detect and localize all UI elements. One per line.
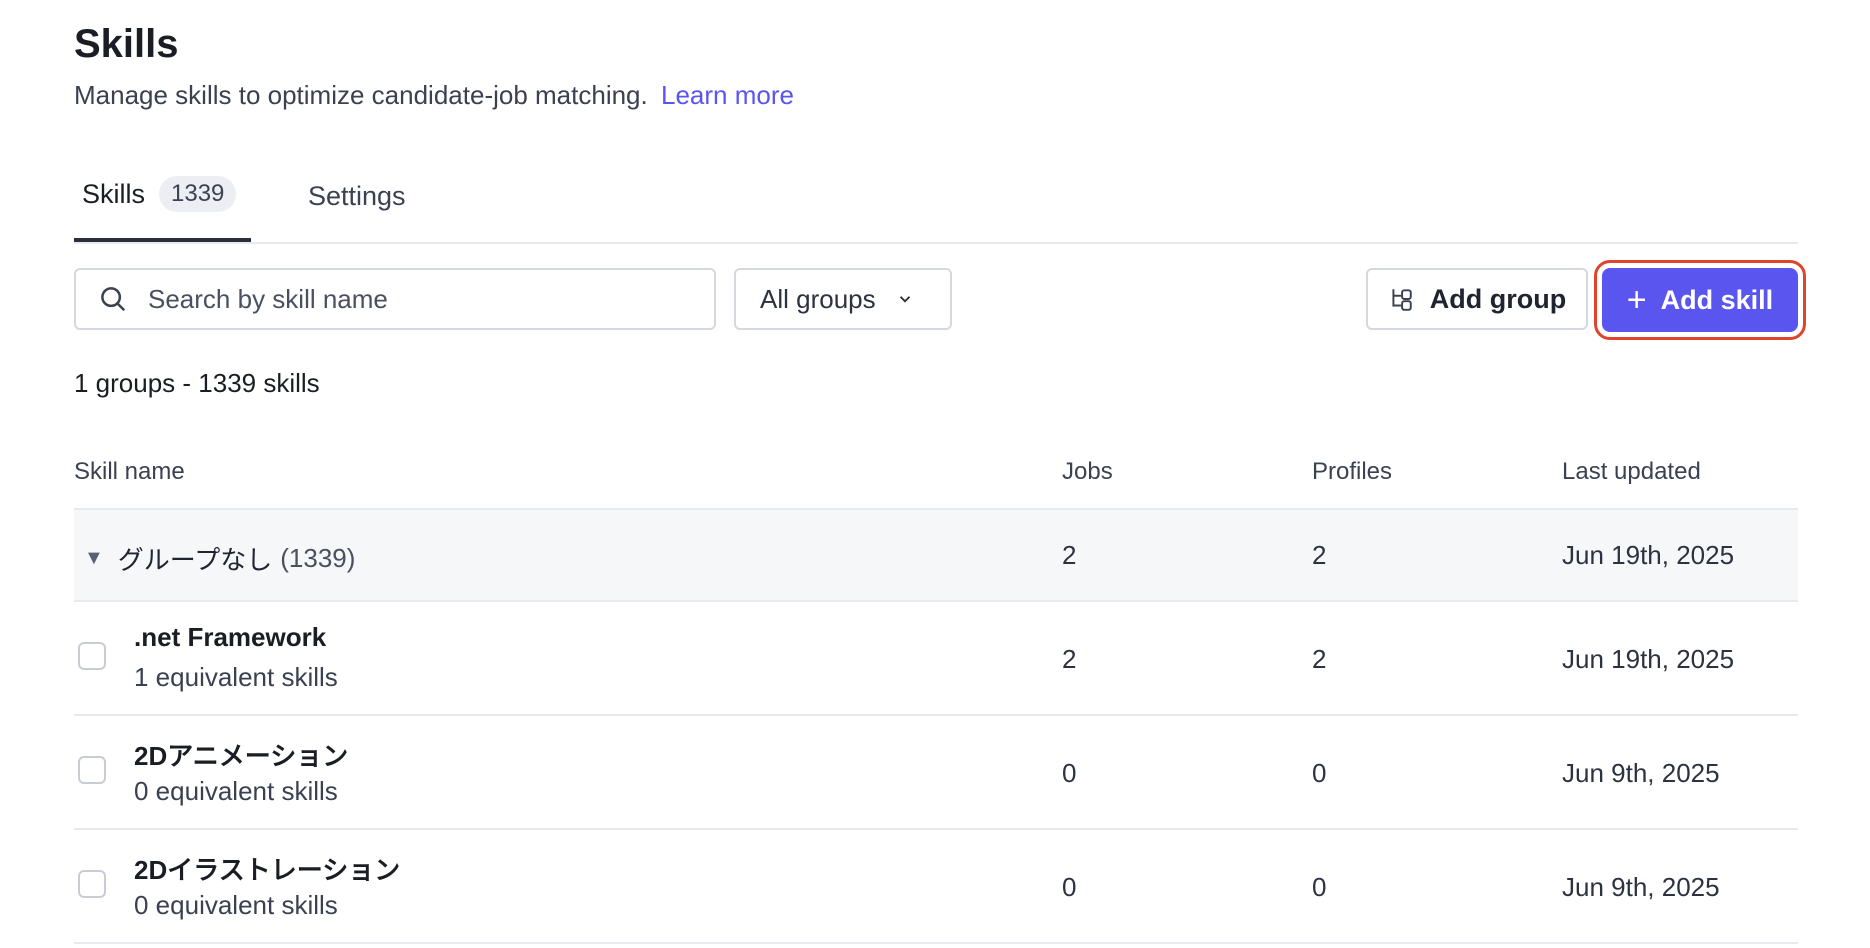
skill-equivalents: 1 equivalent skills bbox=[134, 662, 338, 692]
add-skill-label: Add skill bbox=[1660, 284, 1774, 315]
chevron-down-icon bbox=[899, 296, 910, 303]
skill-updated: Jun 9th, 2025 bbox=[1562, 758, 1720, 788]
tab-settings[interactable]: Settings bbox=[308, 150, 406, 242]
row-checkbox[interactable] bbox=[78, 756, 106, 784]
tab-settings-label: Settings bbox=[308, 180, 406, 211]
search-input[interactable] bbox=[146, 282, 670, 316]
tab-bar: Skills 1339 Settings bbox=[74, 150, 1798, 244]
group-tree-icon bbox=[1392, 289, 1412, 311]
skill-updated: Jun 19th, 2025 bbox=[1562, 644, 1735, 674]
search-icon bbox=[101, 287, 126, 312]
column-last-updated: Last updated bbox=[1562, 458, 1701, 485]
table-row[interactable]: 2Dイラストレーション 0 equivalent skills 0 0 Jun … bbox=[74, 830, 1798, 944]
subtitle-text: Manage skills to optimize candidate-job … bbox=[74, 80, 648, 110]
skill-jobs: 0 bbox=[1062, 872, 1077, 902]
groups-filter-dropdown[interactable]: All groups bbox=[734, 268, 952, 330]
column-profiles: Profiles bbox=[1312, 458, 1393, 485]
tab-skills[interactable]: Skills 1339 bbox=[74, 150, 251, 242]
groups-filter-label: All groups bbox=[760, 283, 876, 314]
skill-equivalents: 0 equivalent skills bbox=[134, 890, 338, 920]
table-row[interactable]: 2Dアニメーション 0 equivalent skills 0 0 Jun 9t… bbox=[74, 716, 1798, 830]
skill-jobs: 2 bbox=[1062, 644, 1077, 674]
skills-summary: 1 groups - 1339 skills bbox=[74, 368, 320, 398]
table-row[interactable]: .net Framework 1 equivalent skills 2 2 J… bbox=[74, 602, 1798, 716]
group-name-cell: ▼ グループなし (1339) bbox=[84, 540, 355, 577]
group-row[interactable]: ▼ グループなし (1339) 2 2 Jun 19th, 2025 bbox=[74, 510, 1798, 602]
tab-skills-label: Skills bbox=[82, 178, 146, 209]
group-count: (1339) bbox=[280, 543, 356, 573]
skills-page: Skills Manage skills to optimize candida… bbox=[0, 0, 1870, 948]
toolbar: All groups Add group + Add skill bbox=[74, 260, 1806, 340]
group-profiles: 2 bbox=[1312, 540, 1327, 570]
page-subtitle: Manage skills to optimize candidate-job … bbox=[74, 80, 794, 111]
group-updated: Jun 19th, 2025 bbox=[1562, 540, 1735, 570]
skills-table: Skill name Jobs Profiles Last updated ▼ … bbox=[74, 440, 1798, 944]
skill-name[interactable]: 2Dアニメーション bbox=[134, 736, 348, 773]
plus-icon: + bbox=[1626, 281, 1647, 319]
skill-profiles: 2 bbox=[1312, 644, 1327, 674]
add-group-button[interactable]: Add group bbox=[1366, 268, 1588, 330]
collapse-triangle-icon[interactable]: ▼ bbox=[84, 547, 104, 570]
column-jobs: Jobs bbox=[1062, 458, 1113, 485]
row-checkbox[interactable] bbox=[78, 642, 106, 670]
add-group-label: Add group bbox=[1429, 283, 1567, 314]
skill-jobs: 0 bbox=[1062, 758, 1077, 788]
skill-profiles: 0 bbox=[1312, 872, 1327, 902]
row-checkbox[interactable] bbox=[78, 870, 106, 898]
table-header: Skill name Jobs Profiles Last updated bbox=[74, 440, 1798, 510]
skill-name[interactable]: 2Dイラストレーション bbox=[134, 850, 400, 887]
column-skill-name: Skill name bbox=[74, 458, 185, 485]
search-box[interactable] bbox=[74, 268, 716, 330]
skill-name[interactable]: .net Framework bbox=[134, 622, 326, 653]
add-skill-button[interactable]: + Add skill bbox=[1602, 268, 1798, 332]
skill-profiles: 0 bbox=[1312, 758, 1327, 788]
skill-equivalents: 0 equivalent skills bbox=[134, 776, 338, 806]
learn-more-link[interactable]: Learn more bbox=[661, 80, 794, 110]
skill-updated: Jun 9th, 2025 bbox=[1562, 872, 1720, 902]
group-jobs: 2 bbox=[1062, 540, 1077, 570]
skills-count-badge: 1339 bbox=[159, 176, 237, 212]
group-name: グループなし bbox=[117, 545, 273, 575]
page-title: Skills bbox=[74, 22, 179, 66]
